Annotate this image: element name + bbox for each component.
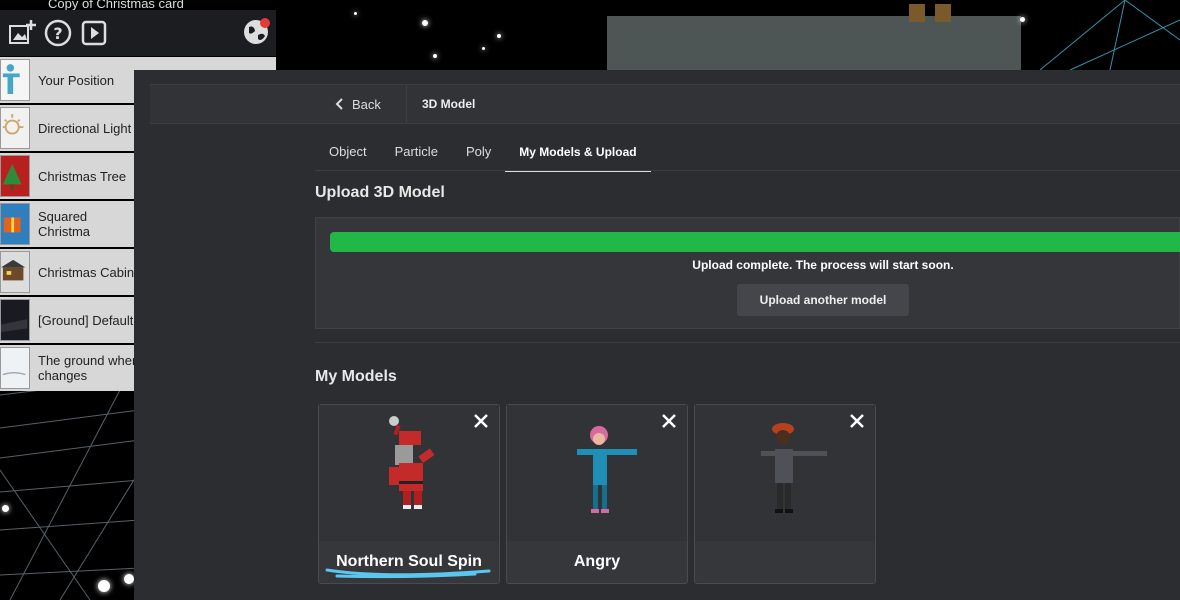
scene-item-label: Squared Christma <box>38 209 91 239</box>
model-name <box>695 541 875 583</box>
ground-change-icon <box>0 347 30 389</box>
help-icon[interactable]: ? <box>42 17 74 49</box>
scene-item-label: Christmas Tree <box>38 168 127 184</box>
back-button[interactable]: Back <box>334 85 381 123</box>
star <box>497 34 501 38</box>
my-models-title: My Models <box>315 368 397 385</box>
back-label: Back <box>352 96 381 112</box>
ground-icon <box>0 299 30 341</box>
model-panel: Back 3D Model Object Particle Poly My Mo… <box>134 70 1180 600</box>
star <box>433 54 437 58</box>
header-divider <box>406 85 407 123</box>
star <box>98 580 110 592</box>
model-card[interactable] <box>694 404 876 584</box>
model-card[interactable]: Northern Soul Spin <box>318 404 500 584</box>
play-icon[interactable] <box>78 17 110 49</box>
close-icon[interactable] <box>847 411 867 431</box>
star <box>124 574 134 584</box>
scene-item-label: Your Position <box>38 72 115 88</box>
light-icon <box>0 107 30 149</box>
scene-item-label: The ground wher changes <box>38 353 137 383</box>
add-image-icon[interactable] <box>6 17 38 49</box>
model-name: Angry <box>573 553 621 570</box>
svg-text:?: ? <box>53 24 62 43</box>
chevron-left-icon <box>335 98 343 110</box>
tab-my-models-upload[interactable]: My Models & Upload <box>505 140 651 172</box>
my-models-grid: Northern Soul Spin Angry <box>318 404 882 584</box>
star <box>2 505 9 512</box>
tabs-divider <box>315 170 1180 171</box>
close-icon[interactable] <box>659 411 679 431</box>
person-icon <box>0 59 30 101</box>
section-divider <box>315 342 1180 343</box>
tree-icon <box>0 155 30 197</box>
chimney <box>935 4 951 22</box>
highlight-underline <box>325 568 491 579</box>
page-title: 3D Model <box>422 97 476 111</box>
panel-header: Back 3D Model <box>150 84 1180 124</box>
upload-section-title: Upload 3D Model <box>315 184 445 201</box>
cabin-icon <box>0 251 30 293</box>
tab-bar: Object Particle Poly My Models & Upload <box>315 140 651 172</box>
gift-icon <box>0 203 30 245</box>
scene-house <box>607 4 1021 76</box>
chimney <box>909 4 925 22</box>
model-card[interactable]: Angry <box>506 404 688 584</box>
star <box>422 20 428 26</box>
scene-item-label: Directional Light <box>38 120 132 136</box>
star <box>1020 17 1025 22</box>
upload-progress-bar <box>330 232 1180 252</box>
tab-particle[interactable]: Particle <box>381 140 452 170</box>
upload-status-text: Upload complete. The process will start … <box>692 258 954 272</box>
upload-progress-fill <box>330 232 1180 252</box>
tab-poly[interactable]: Poly <box>452 140 505 170</box>
upload-another-button[interactable]: Upload another model <box>737 284 909 316</box>
scene-item-label: [Ground] Default <box>38 312 134 328</box>
star <box>482 47 485 50</box>
top-toolbar: ? <box>0 10 276 56</box>
globe-icon[interactable] <box>240 16 272 48</box>
tab-object[interactable]: Object <box>315 140 381 170</box>
upload-box: Upload complete. The process will start … <box>315 217 1180 329</box>
scene-item-label: Christmas Cabin <box>38 264 135 280</box>
close-icon[interactable] <box>471 411 491 431</box>
star <box>354 12 357 15</box>
